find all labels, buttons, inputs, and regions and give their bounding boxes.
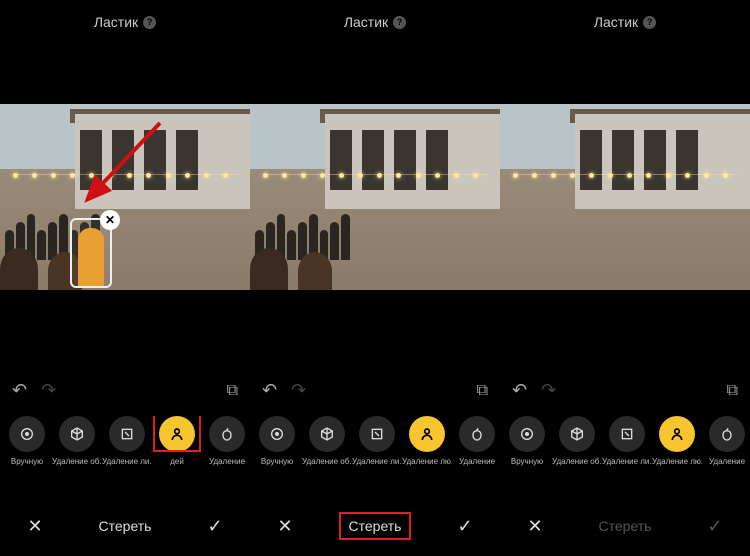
tool-people[interactable]: дей: [154, 416, 200, 466]
erase-button: Стереть: [591, 514, 660, 538]
bottom-bar: ✕ Стереть ✓: [250, 506, 500, 546]
edit-controls: ↶ ↷ ⧉: [0, 380, 250, 401]
panel-3: Ластик? ↶ ↷ ⧉ Вручную Удаление об... Уда…: [500, 0, 750, 556]
tool-label: Вручную: [11, 457, 43, 466]
apple-icon: [459, 416, 495, 452]
apple-icon: [709, 416, 745, 452]
tool-remove[interactable]: Удаление: [704, 416, 750, 466]
tool-label: Вручную: [261, 457, 293, 466]
tool-manual[interactable]: Вручную: [504, 416, 550, 466]
tool-tray: Вручную Удаление об... Удаление ли... де…: [0, 416, 250, 492]
tool-tray: Вручную Удаление об... Удаление ли... Уд…: [500, 416, 750, 492]
confirm-button: ✓: [700, 516, 730, 537]
undo-icon[interactable]: ↶: [12, 380, 27, 401]
tool-label: Удаление об...: [52, 457, 102, 466]
erase-button[interactable]: Стереть: [91, 514, 160, 538]
tool-label: Удаление об...: [552, 457, 602, 466]
tool-remove[interactable]: Удаление: [454, 416, 500, 466]
photo-canvas[interactable]: [500, 104, 750, 290]
help-icon[interactable]: ?: [393, 16, 406, 29]
edit-controls: ↶ ↷ ⧉: [500, 380, 750, 401]
person-icon: [409, 416, 445, 452]
person-icon: [159, 416, 195, 452]
bottom-bar: ✕ Стереть ✓: [0, 506, 250, 546]
compare-icon[interactable]: ⧉: [477, 382, 488, 400]
target-icon: [509, 416, 545, 452]
erase-button[interactable]: Стереть: [339, 512, 412, 540]
edit-controls: ↶ ↷ ⧉: [250, 380, 500, 401]
cancel-button[interactable]: ✕: [20, 516, 50, 537]
person-icon: [659, 416, 695, 452]
tool-label: Удаление об...: [302, 457, 352, 466]
tool-lines[interactable]: Удаление ли...: [354, 416, 400, 466]
tool-label: Удаление ли...: [602, 457, 652, 466]
box-arrow-icon: [359, 416, 395, 452]
undo-icon[interactable]: ↶: [512, 380, 527, 401]
target-icon: [9, 416, 45, 452]
panel-1: Ластик? ✕ ↶ ↷ ⧉ Вручную Удаление об... У…: [0, 0, 250, 556]
compare-icon[interactable]: ⧉: [727, 382, 738, 400]
tool-manual[interactable]: Вручную: [4, 416, 50, 466]
tool-people[interactable]: Удаление лю...: [654, 416, 700, 466]
tool-objects[interactable]: Удаление об...: [304, 416, 350, 466]
selection-box[interactable]: ✕: [70, 218, 112, 288]
header: Ластик?: [250, 0, 500, 44]
undo-icon[interactable]: ↶: [262, 380, 277, 401]
tool-tray: Вручную Удаление об... Удаление ли... Уд…: [250, 416, 500, 492]
tool-label: Удаление ли...: [352, 457, 402, 466]
confirm-button[interactable]: ✓: [450, 516, 480, 537]
target-icon: [259, 416, 295, 452]
tool-label: Удаление: [459, 457, 495, 466]
box-arrow-icon: [609, 416, 645, 452]
panel-2: Ластик? ↶ ↷ ⧉ Вручную Удаление об... Уда…: [250, 0, 500, 556]
tool-lines[interactable]: Удаление ли...: [604, 416, 650, 466]
tool-label: дей: [170, 457, 184, 466]
page-title: Ластик: [94, 14, 138, 30]
cancel-button[interactable]: ✕: [520, 516, 550, 537]
tool-label: Удаление ли...: [102, 457, 152, 466]
box-arrow-icon: [109, 416, 145, 452]
page-title: Ластик: [344, 14, 388, 30]
tool-manual[interactable]: Вручную: [254, 416, 300, 466]
cancel-button[interactable]: ✕: [270, 516, 300, 537]
photo-canvas[interactable]: [250, 104, 500, 290]
tool-remove[interactable]: Удаление: [204, 416, 250, 466]
cube-icon: [309, 416, 345, 452]
tool-label: Удаление: [709, 457, 745, 466]
redo-icon[interactable]: ↷: [41, 380, 56, 401]
cube-icon: [59, 416, 95, 452]
header: Ластик?: [0, 0, 250, 44]
confirm-button[interactable]: ✓: [200, 516, 230, 537]
photo-canvas[interactable]: ✕: [0, 104, 250, 290]
bottom-bar: ✕ Стереть ✓: [500, 506, 750, 546]
tool-label: Вручную: [511, 457, 543, 466]
header: Ластик?: [500, 0, 750, 44]
redo-icon[interactable]: ↷: [291, 380, 306, 401]
tool-objects[interactable]: Удаление об...: [54, 416, 100, 466]
apple-icon: [209, 416, 245, 452]
tool-lines[interactable]: Удаление ли...: [104, 416, 150, 466]
tool-people[interactable]: Удаление лю...: [404, 416, 450, 466]
cube-icon: [559, 416, 595, 452]
tool-objects[interactable]: Удаление об...: [554, 416, 600, 466]
tool-label: Удаление: [209, 457, 245, 466]
page-title: Ластик: [594, 14, 638, 30]
tool-label: Удаление лю...: [402, 457, 452, 466]
help-icon[interactable]: ?: [643, 16, 656, 29]
close-icon[interactable]: ✕: [100, 210, 120, 230]
tool-label: Удаление лю...: [652, 457, 702, 466]
redo-icon[interactable]: ↷: [541, 380, 556, 401]
help-icon[interactable]: ?: [143, 16, 156, 29]
compare-icon[interactable]: ⧉: [227, 382, 238, 400]
